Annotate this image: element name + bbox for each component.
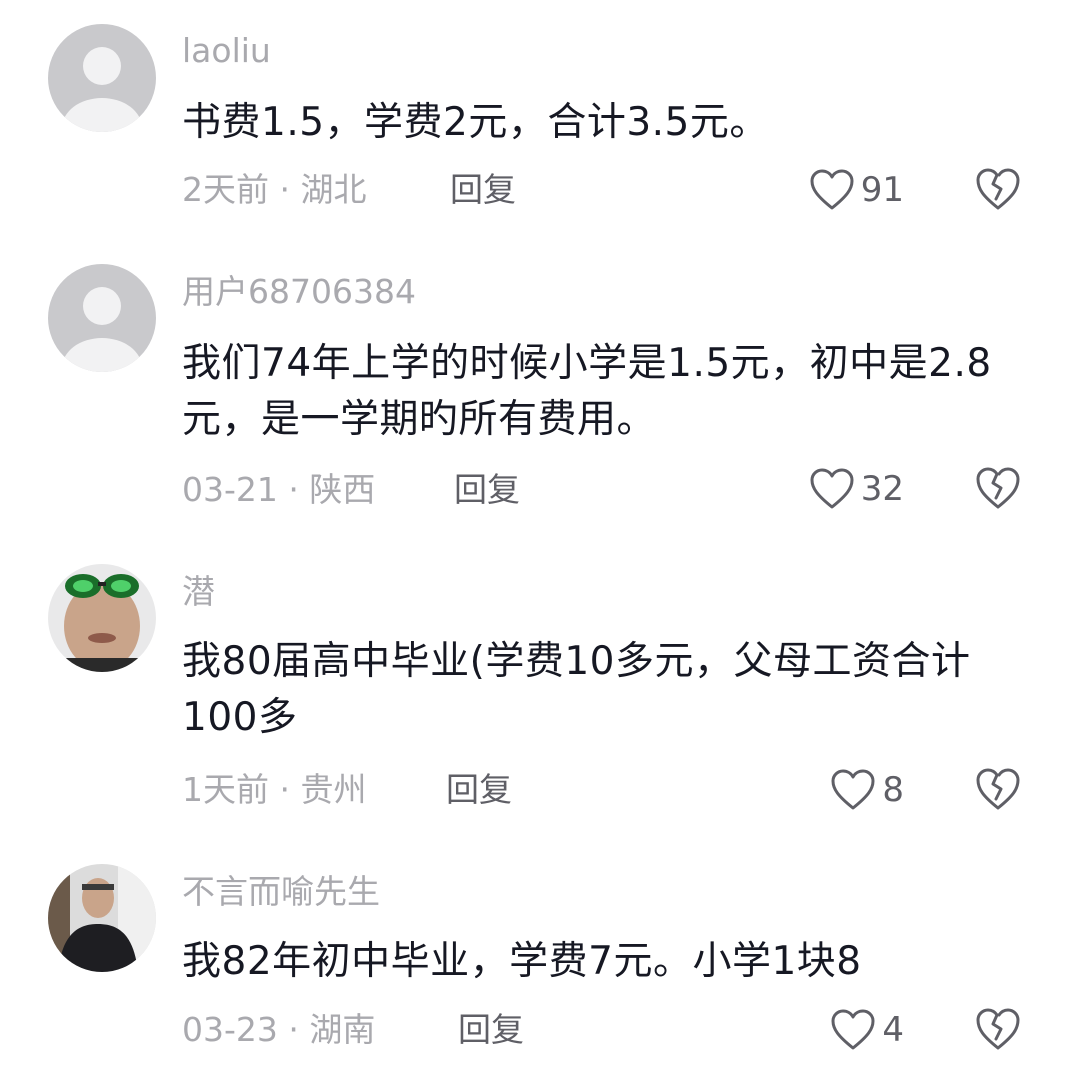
sunglasses-man-avatar-icon [48, 564, 156, 672]
like-button[interactable]: 8 [830, 766, 904, 814]
comment-time: 03-23 [182, 1010, 278, 1049]
like-count: 32 [860, 469, 904, 509]
comment-location: 湖南 [309, 1010, 376, 1049]
comment-time: 2天前 [182, 170, 269, 209]
avatar[interactable] [48, 264, 156, 372]
like-count: 8 [882, 770, 904, 810]
heart-icon[interactable] [830, 768, 876, 812]
meta-separator: · [277, 470, 310, 509]
like-button[interactable]: 91 [809, 166, 904, 214]
default-avatar-icon [48, 264, 156, 372]
comment-location: 湖北 [300, 170, 367, 209]
like-button[interactable]: 32 [809, 465, 904, 513]
meta-separator: · [269, 170, 301, 209]
broken-heart-icon[interactable] [974, 766, 1022, 812]
broken-heart-icon[interactable] [974, 1006, 1022, 1052]
comment-location: 陕西 [309, 470, 376, 509]
comment-username[interactable]: 用户68706384 [182, 272, 416, 312]
comment-meta: 2天前 · 湖北 [182, 170, 366, 210]
reply-button[interactable]: 回复 [458, 1010, 524, 1050]
broken-heart-icon[interactable] [974, 166, 1022, 212]
comment-username[interactable]: laoliu [182, 31, 271, 71]
avatar[interactable] [48, 864, 156, 972]
comment-time: 03-21 [182, 470, 278, 509]
reply-button[interactable]: 回复 [450, 170, 516, 210]
comment-text: 书费1.5，学费2元，合计3.5元。 [182, 100, 769, 145]
comment-text: 我82年初中毕业，学费7元。小学1块8 [182, 939, 862, 984]
broken-heart-icon[interactable] [974, 465, 1022, 511]
heart-icon[interactable] [809, 467, 855, 511]
like-count: 91 [860, 170, 904, 210]
like-button[interactable]: 4 [830, 1006, 904, 1054]
comment-meta: 03-23 · 湖南 [182, 1010, 375, 1050]
man-photo-avatar-icon [48, 864, 156, 972]
reply-button[interactable]: 回复 [446, 770, 512, 810]
comment-time: 1天前 [182, 770, 269, 809]
avatar[interactable] [48, 564, 156, 672]
meta-separator: · [269, 770, 301, 809]
like-count: 4 [882, 1010, 904, 1050]
heart-icon[interactable] [830, 1008, 876, 1052]
reply-button[interactable]: 回复 [454, 470, 520, 510]
comment-meta: 03-21 · 陕西 [182, 470, 375, 510]
comment-text: 我们74年上学的时候小学是1.5元，初中是2.8元，是一学期旳所有费用。 [182, 341, 992, 442]
comment-text: 我80届高中毕业(学费10多元，父母工资合计100多 [182, 639, 971, 740]
comment-username[interactable]: 不言而喻先生 [182, 872, 380, 912]
comment-list: laoliu 书费1.5，学费2元，合计3.5元。 2天前 · 湖北 回复 91… [0, 0, 1080, 1083]
meta-separator: · [277, 1010, 310, 1049]
comment-location: 贵州 [300, 770, 367, 809]
heart-icon[interactable] [809, 168, 855, 212]
comment-meta: 1天前 · 贵州 [182, 770, 366, 810]
avatar[interactable] [48, 24, 156, 132]
comment-username[interactable]: 潜 [182, 572, 215, 612]
default-avatar-icon [48, 24, 156, 132]
